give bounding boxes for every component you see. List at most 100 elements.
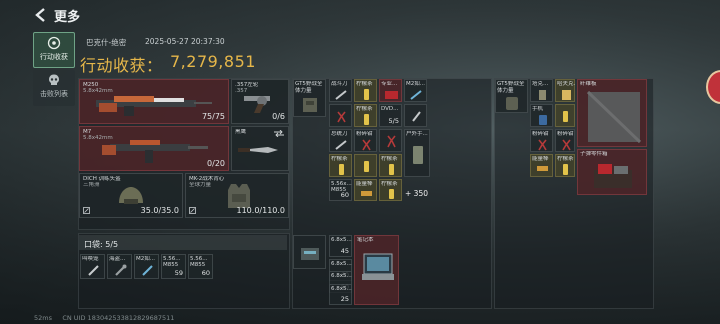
canister-icon (413, 146, 423, 164)
nav-tab-kills[interactable]: 击败列表 (33, 70, 75, 106)
melee-slot[interactable]: 黑鹰 (231, 126, 289, 171)
item-count: 59 (174, 269, 183, 277)
rig-item[interactable]: M2如... (404, 79, 427, 102)
case-icon (301, 248, 319, 260)
helmet-slot[interactable]: DICH 训练头盔 三角洲 35.0/35.0 (79, 173, 183, 218)
pocket-item[interactable]: 海盗... (107, 254, 132, 279)
rig-item[interactable]: 柠檬茶 (354, 104, 377, 127)
rig-item[interactable]: 柠檬茶 (379, 154, 402, 177)
backpack-slot[interactable]: GT5野战全体力量 (495, 79, 528, 113)
status-bar: 52ms CN UID 183042533812829687511 (34, 314, 174, 322)
item-name: 战斗刀 (331, 81, 348, 87)
syringe-icon (142, 265, 153, 276)
nav-tab-haul[interactable]: 行动收获 (33, 32, 75, 68)
drink-icon (364, 161, 369, 172)
bag-item[interactable] (555, 104, 575, 127)
revolver-icon (244, 96, 270, 113)
rig-item[interactable] (404, 104, 427, 127)
case-item-laptop[interactable]: 笔记本 (354, 235, 399, 305)
rig-item[interactable]: 柠檬茶 (329, 154, 352, 177)
bag-item[interactable]: 粉碎钳 (530, 129, 553, 152)
pliers-icon (387, 135, 396, 148)
pliers-icon (562, 139, 571, 151)
rig-item[interactable]: 柠檬茶 (354, 79, 377, 102)
rig-bonus-count: + 350 (405, 189, 428, 198)
haul-value: 7,279,851 (170, 52, 256, 71)
item-count: 45 (340, 247, 349, 255)
secondary-weapon-slot[interactable]: M7 5.8x42mm 0/20 (79, 126, 229, 171)
helmet-brand: 三角洲 (83, 182, 100, 188)
ammo-count: 0/20 (207, 159, 225, 168)
rig-name: GT5野战全体力量 (295, 81, 323, 94)
syringe-icon (410, 90, 422, 100)
rig-container-slot[interactable]: GT5野战全体力量 (293, 79, 326, 117)
back-arrow-icon[interactable] (34, 7, 48, 22)
laptop-icon (362, 253, 394, 280)
drink-icon (364, 89, 369, 100)
bag-item-large[interactable]: 纤维板 (577, 79, 647, 147)
pocket-item[interactable]: M2如... (134, 254, 159, 279)
bag-item[interactable]: 柠檬茶 (555, 154, 575, 177)
item-name: 海盗... (109, 256, 126, 262)
item-sub: M855 (163, 262, 179, 268)
primary-weapon-slot[interactable]: M250 5.8x42mm 75/75 (79, 79, 229, 124)
item-name: 粉碎钳 (532, 131, 549, 137)
knife-icon (335, 90, 347, 100)
bag-item-large[interactable]: 子弹零件箱 (577, 149, 647, 195)
item-name: M2如... (406, 81, 425, 87)
backpack-name: GT5野战全体力量 (497, 81, 525, 94)
item-name: 子弹零件箱 (580, 151, 608, 157)
item-sub: M855 (190, 262, 206, 268)
item-name: 能量棒 (532, 156, 549, 162)
pocket-item[interactable]: 叫唤笼 (80, 254, 105, 279)
drink-icon (563, 111, 568, 122)
item-name: 6.8x5... (331, 273, 352, 279)
item-name: DVD... (381, 106, 399, 112)
machine-gun-icon (96, 96, 212, 116)
helmet-durability: 35.0/35.0 (140, 206, 179, 215)
bag-item[interactable]: 塔克... (530, 79, 553, 102)
pocket-item[interactable]: 5.56... M855 60 (188, 254, 213, 279)
bag-item[interactable]: 粉碎钳 (555, 129, 575, 152)
item-name: 柠檬茶 (557, 156, 574, 162)
map-name: 巴克什-绝密 (86, 38, 127, 47)
item-name: 笔记本 (357, 237, 374, 243)
bag-item[interactable]: 手机 (530, 104, 553, 127)
swap-icon[interactable] (274, 130, 284, 137)
item-name: 能量棒 (356, 181, 373, 187)
rig-item[interactable]: 总统刀 (329, 129, 352, 152)
item-name: 柠檬茶 (356, 81, 373, 87)
rig-item[interactable]: 专业... (379, 79, 402, 102)
case-item[interactable]: 6.8x5... 45 (329, 235, 352, 257)
pliers-icon (538, 139, 547, 151)
pistol-slot[interactable]: .357左轮 .357 0/6 (231, 79, 289, 124)
item-count: 25 (340, 295, 349, 303)
pocket-item[interactable]: 5.56... M855 59 (161, 254, 186, 279)
item-name: 粉碎钳 (356, 131, 373, 137)
rig-item[interactable]: 5.56x... M855 60 (329, 179, 352, 201)
rig-item[interactable] (354, 154, 377, 177)
rig-item[interactable]: 能量棒 (354, 179, 377, 201)
item-name: 柠檬茶 (331, 156, 348, 162)
fiberboard-icon (586, 90, 642, 144)
pliers-icon (362, 139, 371, 151)
item-name: 纤维板 (580, 81, 597, 87)
bag-item[interactable]: 能量棒 (530, 154, 553, 177)
item-name: 叫唤笼 (82, 256, 99, 262)
rig-item[interactable]: 柠檬茶 (379, 179, 402, 201)
skull-icon (49, 74, 59, 85)
item-name: 户外手... (406, 131, 428, 137)
haul-label: 行动收获： (80, 56, 163, 75)
rig-item[interactable]: 战斗刀 (329, 79, 352, 102)
rig-item[interactable] (379, 129, 402, 152)
armor-slot[interactable]: MK-2战术背心 全球力量 110.0/110.0 (185, 173, 289, 218)
rig-item-tall[interactable]: 户外手... (404, 129, 430, 177)
rig-item[interactable] (329, 104, 352, 127)
rig-item[interactable]: DVD... 5/5 (379, 104, 402, 127)
rig-item[interactable]: 粉碎钳 (354, 129, 377, 152)
case-item[interactable]: 6.8x5... 25 (329, 284, 352, 305)
bag-item[interactable]: 哈夫克... (555, 79, 575, 102)
armor-durability: 110.0/110.0 (236, 206, 286, 215)
tool-icon (88, 265, 99, 276)
secure-case-slot[interactable] (293, 235, 326, 269)
